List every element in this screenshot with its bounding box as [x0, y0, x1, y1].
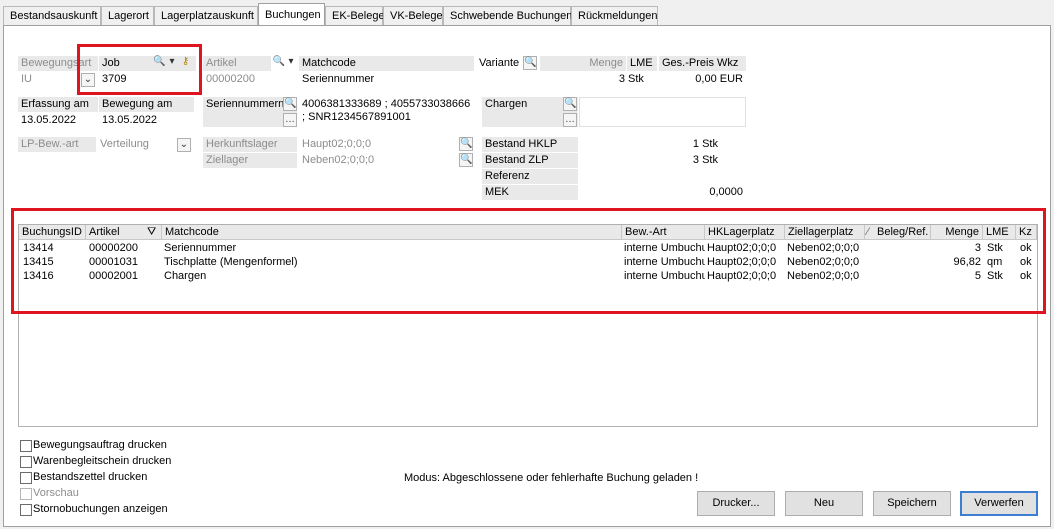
- lp-bew-art-label: LP-Bew.-art: [18, 137, 96, 152]
- bewegung-field[interactable]: 13.05.2022: [99, 113, 194, 128]
- bestand-hklp-label: Bestand HKLP: [482, 137, 578, 152]
- lp-bew-art-dropdown-button[interactable]: ⌄: [177, 138, 191, 152]
- ges-preis-label: Ges.-Preis Wkz: [659, 56, 746, 71]
- bewegungsauftrag-checkbox[interactable]: [20, 440, 32, 452]
- erfassung-label: Erfassung am: [18, 97, 98, 112]
- tab-ek-belege[interactable]: EK-Belege: [325, 6, 385, 25]
- tab-lagerort[interactable]: Lagerort: [101, 6, 154, 25]
- tab-schwebende-buchungen[interactable]: Schwebende Buchungen: [443, 6, 572, 25]
- tab-buchungen[interactable]: Buchungen: [258, 3, 325, 26]
- verwerfen-button[interactable]: Verwerfen: [960, 491, 1038, 516]
- bewegung-label: Bewegung am: [99, 97, 194, 112]
- bestand-zlp-field: 3 Stk: [579, 153, 721, 168]
- bewegungsauftrag-checkbox-label: Bewegungsauftrag drucken: [33, 439, 167, 451]
- lme-label: LME: [627, 56, 657, 71]
- tab-bestandsauskunft[interactable]: Bestandsauskunft: [3, 6, 101, 25]
- artikel-search-icon[interactable]: 🔍: [272, 56, 286, 70]
- matchcode-field: Seriennummer: [299, 72, 474, 87]
- bestandszettel-checkbox[interactable]: [20, 472, 32, 484]
- mek-field: 0,0000: [579, 185, 746, 200]
- ziellager-label: Ziellager: [203, 153, 297, 168]
- seriennummern-search-icon[interactable]: 🔍: [283, 97, 297, 111]
- seriennummern-more-button[interactable]: …: [283, 113, 297, 127]
- table-highlight-box: [11, 208, 1046, 314]
- neu-button[interactable]: Neu: [785, 491, 863, 516]
- speichern-button[interactable]: Speichern: [873, 491, 951, 516]
- stornobuchungen-checkbox-label: Stornobuchungen anzeigen: [33, 503, 168, 515]
- herkunftslager-field: Haupt02;0;0;0: [299, 137, 459, 152]
- mek-label: MEK: [482, 185, 578, 200]
- tab-lagerplatzauskunft[interactable]: Lagerplatzauskunft: [154, 6, 258, 25]
- referenz-field[interactable]: [579, 169, 746, 184]
- warenbegleitschein-checkbox-label: Warenbegleitschein drucken: [33, 455, 172, 467]
- warenbegleitschein-checkbox[interactable]: [20, 456, 32, 468]
- bestandszettel-checkbox-label: Bestandszettel drucken: [33, 471, 148, 483]
- matchcode-label: Matchcode: [299, 56, 474, 71]
- bestand-zlp-label: Bestand ZLP: [482, 153, 578, 168]
- referenz-label: Referenz: [482, 169, 578, 184]
- variante-search-icon[interactable]: 🔍: [523, 56, 537, 70]
- vorschau-checkbox-label: Vorschau: [33, 487, 79, 499]
- tab-rueckmeldungen[interactable]: Rückmeldungen: [571, 6, 658, 25]
- menge-field: 3: [540, 72, 628, 87]
- seriennummern-field-line2: ; SNR1234567891001: [299, 110, 474, 125]
- chargen-field: [579, 97, 746, 127]
- bestand-hklp-field: 1 Stk: [579, 137, 721, 152]
- lp-bew-art-field[interactable]: Verteilung: [97, 137, 177, 152]
- ziellager-search-icon[interactable]: 🔍: [459, 153, 473, 167]
- artikel-field[interactable]: 00000200: [203, 72, 297, 87]
- chargen-search-icon[interactable]: 🔍: [563, 97, 577, 111]
- drucker-button[interactable]: Drucker...: [697, 491, 775, 516]
- artikel-dropdown-icon[interactable]: ▾: [286, 56, 296, 70]
- ziellager-field: Neben02;0;0;0: [299, 153, 459, 168]
- menge-label: Menge: [540, 56, 626, 71]
- erfassung-field: 13.05.2022: [18, 113, 98, 128]
- stornobuchungen-checkbox[interactable]: [20, 504, 32, 516]
- vorschau-checkbox[interactable]: [20, 488, 32, 500]
- bewegungsart-field[interactable]: IU: [18, 72, 80, 87]
- chargen-more-button[interactable]: …: [563, 113, 577, 127]
- herkunftslager-label: Herkunftslager: [203, 137, 297, 152]
- job-highlight-box: [77, 44, 202, 95]
- status-message: Modus: Abgeschlossene oder fehlerhafte B…: [404, 472, 699, 484]
- tab-vk-belege[interactable]: VK-Belege: [383, 6, 443, 25]
- artikel-label: Artikel: [203, 56, 271, 71]
- ges-preis-field: 0,00 EUR: [659, 72, 746, 87]
- herkunftslager-search-icon[interactable]: 🔍: [459, 137, 473, 151]
- lme-field: Stk: [625, 72, 657, 87]
